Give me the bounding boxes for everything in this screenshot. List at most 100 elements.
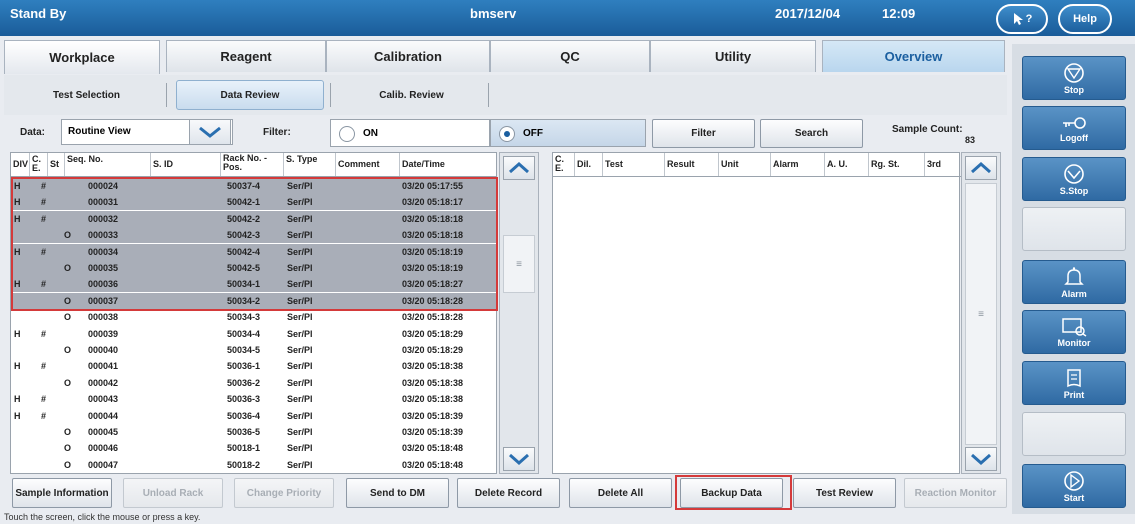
cell-st: O	[64, 345, 72, 355]
sampling-stop-button[interactable]: S.Stop	[1022, 157, 1126, 201]
change-priority-button[interactable]: Change Priority	[234, 478, 334, 508]
tab-qc[interactable]: QC	[490, 40, 650, 72]
tab-utility[interactable]: Utility	[650, 40, 816, 72]
test-result-header: C. E. Dil. Test Result Unit Alarm A. U. …	[553, 153, 961, 177]
table-row[interactable]: H #000039 50034-4 Ser/Pl 03/20 05:18:29	[11, 326, 496, 342]
main-tabs: Workplace Reagent Calibration QC Utility…	[4, 40, 1007, 74]
start-button[interactable]: Start	[1022, 464, 1126, 508]
unload-rack-button[interactable]: Unload Rack	[123, 478, 223, 508]
scroll-up-button[interactable]	[965, 156, 997, 180]
cell-stype: Ser/Pl	[287, 312, 313, 323]
col-header-ce[interactable]: C. E.	[553, 153, 575, 176]
col-header-rg-st[interactable]: Rg. St.	[869, 153, 925, 176]
col-header-test[interactable]: Test	[603, 153, 665, 176]
sample-list-scrollbar[interactable]: ≡	[499, 152, 539, 474]
filter-off-radio[interactable]: OFF	[490, 119, 646, 147]
col-header-alarm[interactable]: Alarm	[771, 153, 825, 176]
col-header-st[interactable]: St	[48, 153, 65, 176]
data-view-dropdown-button[interactable]	[189, 119, 231, 145]
sub-tabs: Test Selection Data Review Calib. Review	[4, 75, 1007, 115]
selection-highlight	[11, 177, 498, 311]
sampling-stop-label: S.Stop	[1059, 185, 1089, 196]
table-row[interactable]: O 000047 50018-2 Ser/Pl 03/20 05:18:48	[11, 457, 496, 473]
test-review-button[interactable]: Test Review	[793, 478, 896, 508]
subtab-calib-review[interactable]: Calib. Review	[339, 80, 484, 110]
filter-label: Filter:	[263, 127, 291, 138]
col-header-ce[interactable]: C. E.	[30, 153, 48, 176]
cell-ce: #	[41, 328, 47, 339]
cell-seq-no: 000040	[88, 345, 119, 355]
col-header-au[interactable]: A. U.	[825, 153, 869, 176]
table-row[interactable]: O 000045 50036-5 Ser/Pl 03/20 05:18:39	[11, 424, 496, 440]
filter-on-radio[interactable]: ON	[330, 119, 490, 147]
col-header-datetime[interactable]: Date/Time	[400, 153, 496, 176]
sample-count-value: 83	[965, 135, 976, 145]
chevron-down-icon	[509, 453, 529, 465]
help-button[interactable]: Help	[1058, 4, 1112, 34]
print-label: Print	[1063, 389, 1085, 400]
col-header-dil[interactable]: Dil.	[575, 153, 603, 176]
col-header-result[interactable]: Result	[665, 153, 719, 176]
cell-stype: Ser/Pl	[287, 443, 313, 454]
cell-div: H	[14, 328, 21, 339]
subtab-data-review[interactable]: Data Review	[176, 80, 324, 110]
cell-datetime: 03/20 05:18:28	[402, 312, 464, 323]
subtab-divider	[488, 83, 489, 107]
current-time: 12:09	[882, 6, 916, 21]
search-button[interactable]: Search	[760, 119, 863, 148]
col-header-div[interactable]: DIV	[11, 153, 30, 176]
subtab-divider	[166, 83, 167, 107]
tab-calibration[interactable]: Calibration	[326, 40, 490, 72]
reaction-monitor-button[interactable]: Reaction Monitor	[904, 478, 1007, 508]
cell-rack-pos: 50036-4	[227, 410, 261, 421]
tab-workplace[interactable]: Workplace	[4, 40, 160, 74]
table-row[interactable]: H #000041 50036-1 Ser/Pl 03/20 05:18:38	[11, 358, 496, 374]
table-row[interactable]: H #000043 50036-3 Ser/Pl 03/20 05:18:38	[11, 391, 496, 407]
scroll-down-button[interactable]	[503, 447, 535, 471]
context-help-button[interactable]: ?	[996, 4, 1048, 34]
subtab-test-selection[interactable]: Test Selection	[14, 80, 159, 110]
table-row[interactable]: O 000042 50036-2 Ser/Pl 03/20 05:18:38	[11, 375, 496, 391]
scroll-up-button[interactable]	[503, 156, 535, 180]
app-window: Stand By bmserv 2017/12/04 12:09 ? Help …	[0, 0, 1135, 524]
table-row[interactable]: O 000040 50034-5 Ser/Pl 03/20 05:18:29	[11, 342, 496, 358]
table-row[interactable]: O 000046 50018-1 Ser/Pl 03/20 05:18:48	[11, 440, 496, 456]
stop-button[interactable]: Stop	[1022, 56, 1126, 100]
col-header-seq-no[interactable]: Seq. No.	[65, 153, 151, 176]
sample-information-button[interactable]: Sample Information	[12, 478, 112, 508]
cell-datetime: 03/20 05:18:38	[402, 394, 464, 405]
chevron-down-icon	[199, 126, 221, 138]
col-header-3rd[interactable]: 3rd	[925, 153, 961, 176]
delete-record-button[interactable]: Delete Record	[457, 478, 560, 508]
cell-ce: #	[41, 410, 47, 421]
col-header-rack-pos[interactable]: Rack No. - Pos.	[221, 153, 284, 176]
cell-stype: Ser/Pl	[287, 328, 313, 339]
print-button[interactable]: Print	[1022, 361, 1126, 405]
side-control-panel: Stop Logoff S.Stop Alarm Monitor Print S…	[1012, 44, 1135, 514]
tab-reagent[interactable]: Reagent	[166, 40, 326, 72]
test-result-scrollbar[interactable]: ≡	[961, 152, 1001, 474]
cell-rack-pos: 50034-4	[227, 328, 261, 339]
col-header-stype[interactable]: S. Type	[284, 153, 336, 176]
col-header-comment[interactable]: Comment	[336, 153, 400, 176]
monitor-button[interactable]: Monitor	[1022, 310, 1126, 354]
delete-all-button[interactable]: Delete All	[569, 478, 672, 508]
scroll-down-button[interactable]	[965, 447, 997, 471]
send-to-dm-button[interactable]: Send to DM	[346, 478, 449, 508]
alarm-button[interactable]: Alarm	[1022, 260, 1126, 304]
cell-stype: Ser/Pl	[287, 361, 313, 372]
filter-button[interactable]: Filter	[652, 119, 755, 148]
tab-overview[interactable]: Overview	[822, 40, 1005, 72]
scroll-thumb[interactable]: ≡	[503, 235, 535, 293]
table-row[interactable]: H #000044 50036-4 Ser/Pl 03/20 05:18:39	[11, 408, 496, 424]
cell-div: H	[14, 361, 21, 372]
table-row[interactable]: O 000038 50034-3 Ser/Pl 03/20 05:18:28	[11, 309, 496, 325]
host-name: bmserv	[470, 6, 517, 21]
monitor-icon	[1062, 317, 1087, 337]
col-header-unit[interactable]: Unit	[719, 153, 771, 176]
logoff-button[interactable]: Logoff	[1022, 106, 1126, 150]
status-message: Touch the screen, click the mouse or pre…	[4, 512, 201, 522]
cursor-icon	[1013, 13, 1023, 25]
scroll-thumb[interactable]: ≡	[965, 183, 997, 445]
col-header-sid[interactable]: S. ID	[151, 153, 221, 176]
